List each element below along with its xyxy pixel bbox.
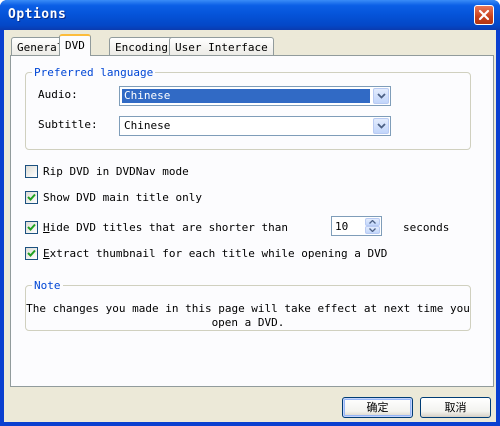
hide-short-titles-checkbox[interactable] xyxy=(25,221,38,234)
audio-select-value: Chinese xyxy=(122,89,370,103)
checkmark-icon xyxy=(27,249,36,257)
seconds-spinner-value: 10 xyxy=(335,220,349,233)
audio-dropdown-button[interactable] xyxy=(373,88,389,104)
chevron-down-icon xyxy=(376,93,386,99)
checkmark-icon xyxy=(27,223,36,231)
hide-short-titles-text: ide DVD titles that are shorter than xyxy=(49,221,289,234)
tab-encoding[interactable]: Encoding xyxy=(109,37,174,55)
note-legend: Note xyxy=(32,279,63,292)
tab-encoding-label: Encoding xyxy=(115,41,168,54)
rip-dvdnav-checkbox[interactable] xyxy=(25,165,38,178)
cancel-button[interactable]: 取消 xyxy=(420,397,491,418)
audio-select[interactable]: Chinese xyxy=(119,86,391,106)
extract-thumbnail-text: xtract thumbnail for each title while op… xyxy=(49,247,388,260)
window-title: Options xyxy=(8,7,67,22)
rip-dvdnav-label[interactable]: Rip DVD in DVDNav mode xyxy=(43,165,189,178)
close-icon xyxy=(478,9,490,21)
preferred-language-group: Preferred language Audio: Chinese Subtit… xyxy=(25,66,471,150)
checkmark-icon xyxy=(27,193,36,201)
seconds-spinner[interactable]: 10 xyxy=(331,216,382,236)
ok-button[interactable]: 确定 xyxy=(342,397,413,418)
extract-thumbnail-mnemonic: E xyxy=(43,247,50,260)
note-text-line1: The changes you made in this page will t… xyxy=(26,302,470,315)
hide-short-titles-mnemonic: H xyxy=(43,221,50,234)
dvd-tab-panel: Preferred language Audio: Chinese Subtit… xyxy=(10,55,494,387)
spinner-up-button[interactable] xyxy=(365,218,380,226)
main-title-only-checkbox[interactable] xyxy=(25,191,38,204)
tab-dvd[interactable]: DVD xyxy=(59,34,91,56)
subtitle-select[interactable]: Chinese xyxy=(119,116,391,136)
subtitle-dropdown-button[interactable] xyxy=(373,118,389,134)
tab-user-interface[interactable]: User Interface xyxy=(169,37,274,55)
dialog-client-area: General DVD Encoding User Interface Pref… xyxy=(4,30,496,422)
title-bar[interactable]: Options xyxy=(0,0,500,30)
seconds-label: seconds xyxy=(403,221,450,234)
preferred-language-legend: Preferred language xyxy=(32,66,156,79)
arrow-up-icon xyxy=(369,220,376,224)
extract-thumbnail-checkbox[interactable] xyxy=(25,247,38,260)
note-group: Note The changes you made in this page w… xyxy=(25,279,471,331)
close-button[interactable] xyxy=(474,5,494,25)
hide-short-titles-label[interactable]: Hide DVD titles that are shorter than xyxy=(43,221,288,234)
arrow-down-icon xyxy=(369,228,376,232)
tab-user-interface-label: User Interface xyxy=(175,41,268,54)
extract-thumbnail-label[interactable]: Extract thumbnail for each title while o… xyxy=(43,247,387,260)
audio-label: Audio: xyxy=(38,88,78,101)
tab-general-label: General xyxy=(17,41,64,54)
options-dialog: Options General DVD Encoding User Interf… xyxy=(0,0,500,426)
chevron-down-icon xyxy=(376,123,386,129)
tab-dvd-label: DVD xyxy=(65,39,85,52)
spinner-down-button[interactable] xyxy=(365,226,380,234)
subtitle-select-value: Chinese xyxy=(124,119,171,132)
subtitle-label: Subtitle: xyxy=(38,118,98,131)
spinner-buttons xyxy=(365,218,380,234)
note-text-line2: open a DVD. xyxy=(211,316,285,329)
main-title-only-label[interactable]: Show DVD main title only xyxy=(43,191,202,204)
